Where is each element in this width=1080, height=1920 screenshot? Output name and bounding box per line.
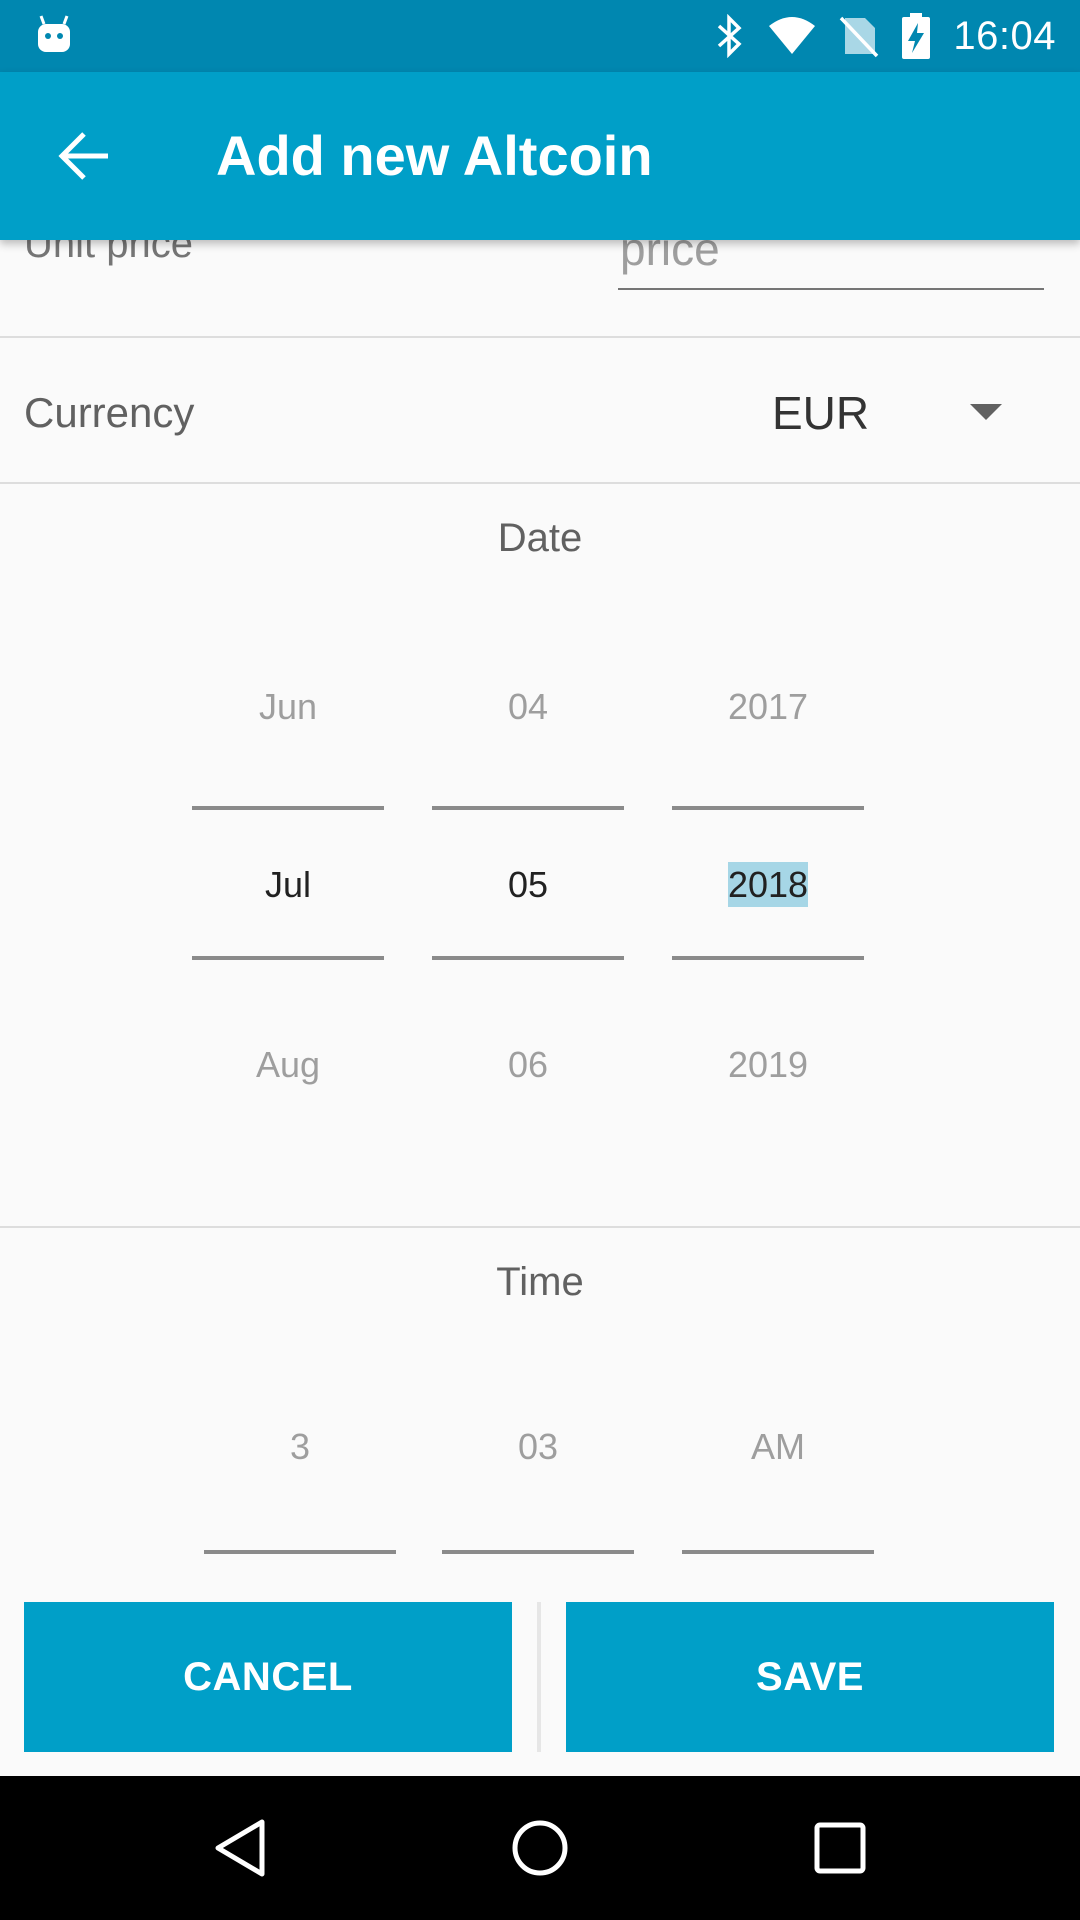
month-next[interactable]: Aug (192, 1044, 384, 1086)
dropdown-arrow-icon (970, 404, 1002, 420)
arrow-back-icon (58, 132, 108, 180)
month-current[interactable]: Jul (192, 864, 384, 906)
currency-label: Currency (24, 389, 195, 436)
picker-divider (672, 806, 864, 810)
picker-divider (672, 956, 864, 960)
month-prev[interactable]: Jun (192, 686, 384, 728)
picker-divider (204, 1550, 396, 1554)
day-current[interactable]: 05 (432, 864, 624, 906)
nav-recents-icon (814, 1822, 866, 1874)
year-next[interactable]: 2019 (672, 1044, 864, 1086)
ampm-picker[interactable]: AM (682, 1426, 874, 1556)
picker-divider (192, 956, 384, 960)
hour-prev[interactable]: 3 (204, 1426, 396, 1468)
no-sim-icon (839, 14, 879, 58)
nav-recents-button[interactable] (804, 1812, 876, 1884)
year-current-selection[interactable]: 2018 (727, 862, 809, 907)
navigation-bar (0, 1776, 1080, 1920)
save-button[interactable]: SAVE (566, 1602, 1054, 1752)
picker-divider (682, 1550, 874, 1554)
currency-row: Currency EUR (0, 338, 1080, 484)
picker-divider (442, 1550, 634, 1554)
year-prev[interactable]: 2017 (672, 686, 864, 728)
android-debug-icon (38, 15, 70, 52)
back-button[interactable] (56, 128, 112, 184)
status-bar: 16:04 (0, 0, 1080, 72)
app-bar: Add new Altcoin (0, 72, 1080, 240)
picker-divider (432, 806, 624, 810)
page-title: Add new Altcoin (216, 124, 653, 187)
minute-prev[interactable]: 03 (442, 1426, 634, 1468)
day-prev[interactable]: 04 (432, 686, 624, 728)
battery-charging-icon (901, 13, 931, 59)
minute-picker[interactable]: 03 (442, 1426, 634, 1556)
time-title: Time (496, 1260, 584, 1304)
divider (0, 482, 1080, 484)
nav-home-icon (512, 1820, 568, 1876)
year-current[interactable]: 2018 (672, 862, 864, 907)
date-title: Date (497, 516, 583, 560)
cancel-button[interactable]: CANCEL (24, 1602, 512, 1752)
clock: 16:04 (953, 13, 1056, 58)
unit-price-label: Unit price (24, 240, 193, 266)
currency-value: EUR (772, 387, 870, 439)
button-separator (537, 1602, 541, 1752)
day-picker[interactable]: 04 05 06 (432, 660, 624, 1085)
year-picker[interactable]: 2017 2018 2019 (672, 660, 864, 1085)
picker-divider (432, 956, 624, 960)
nav-home-button[interactable] (504, 1812, 576, 1884)
wifi-icon (767, 16, 817, 56)
picker-divider (192, 806, 384, 810)
day-next[interactable]: 06 (432, 1044, 624, 1086)
nav-back-button[interactable] (204, 1812, 276, 1884)
unit-price-input[interactable] (618, 240, 1044, 290)
divider (0, 1226, 1080, 1228)
ampm-prev[interactable]: AM (682, 1426, 874, 1468)
nav-back-icon (215, 1819, 265, 1877)
unit-price-row: Unit price (0, 240, 1080, 336)
bluetooth-icon (715, 14, 745, 58)
month-picker[interactable]: Jun Jul Aug (192, 660, 384, 1085)
currency-dropdown[interactable]: EUR (740, 338, 1060, 484)
hour-picker[interactable]: 3 (204, 1426, 396, 1556)
